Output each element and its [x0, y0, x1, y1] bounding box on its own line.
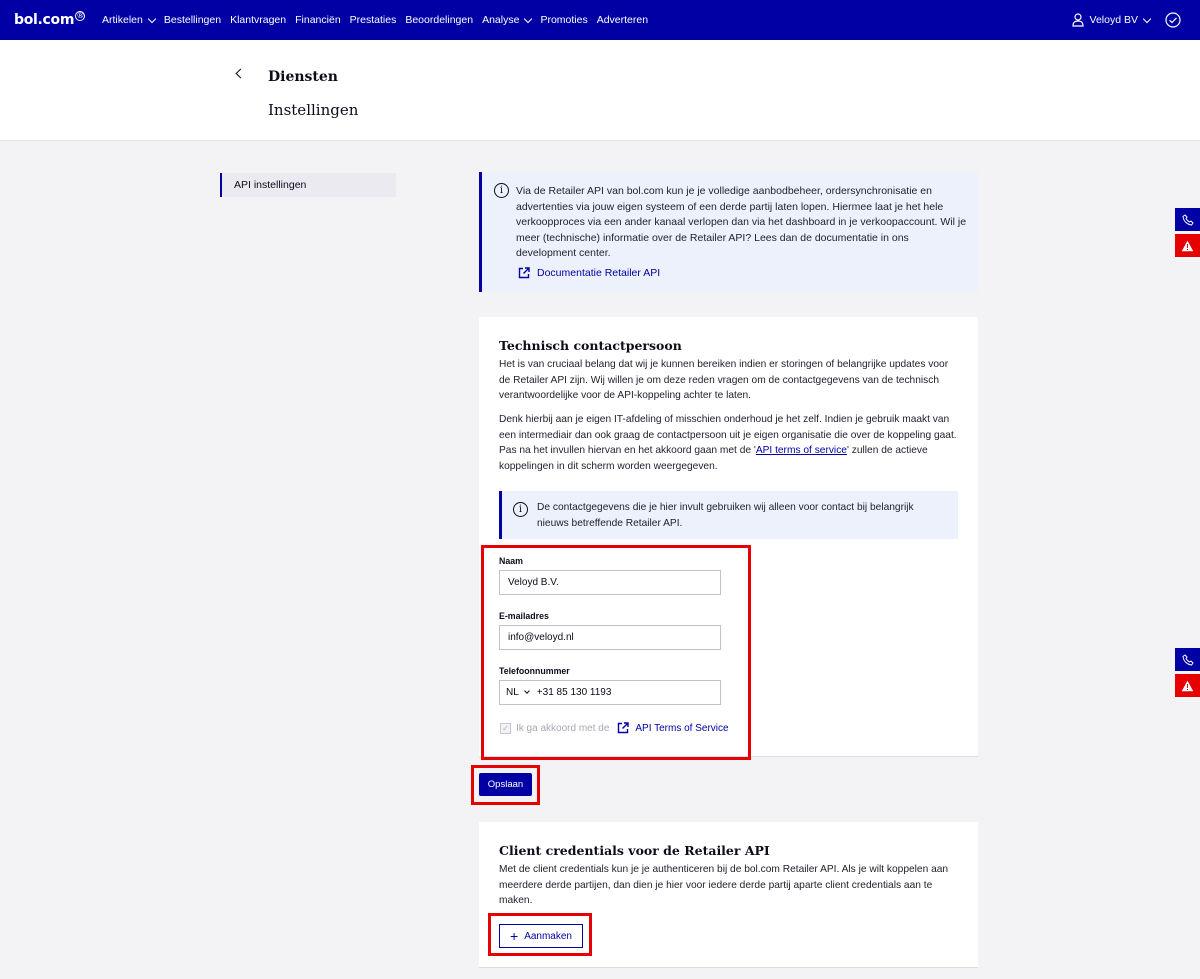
contact-notice: i De contactgegevens die je hier invult … — [499, 491, 958, 539]
nav-item-adverteren[interactable]: Adverteren — [597, 14, 648, 26]
nav-item-financien[interactable]: Financiën — [295, 14, 341, 26]
info-banner: i Via de Retailer API van bol.com kun je… — [479, 172, 978, 292]
top-navigation: bol.com ® Artikelen Bestellingen Klantvra… — [0, 0, 1200, 40]
nav-item-label: Promoties — [540, 14, 588, 26]
phone-icon[interactable] — [1175, 208, 1200, 231]
main-menu: Artikelen Bestellingen Klantvragen Finan… — [102, 0, 657, 40]
bol-logo[interactable]: bol.com ® — [14, 11, 86, 28]
nav-item-label: Prestaties — [349, 14, 397, 26]
info-text: Via de Retailer API van bol.com kun je j… — [516, 185, 967, 259]
nav-item-label: Beoordelingen — [405, 14, 474, 26]
warning-icon[interactable] — [1175, 234, 1200, 257]
nav-item-artikelen[interactable]: Artikelen — [102, 14, 157, 26]
phone-icon[interactable] — [1175, 648, 1200, 671]
nav-item-prestaties[interactable]: Prestaties — [350, 14, 397, 26]
technical-contact-details: Denk hierbij aan je eigen IT-afdeling of… — [499, 412, 959, 474]
chevron-down-icon — [524, 14, 533, 23]
info-icon: i — [494, 183, 509, 198]
nav-item-label: Klantvragen — [230, 14, 287, 26]
account-menu[interactable]: Veloyd BV — [1071, 0, 1152, 40]
nav-item-analyse[interactable]: Analyse — [482, 14, 533, 26]
back-chevron-icon[interactable] — [235, 68, 246, 79]
check-circle-icon[interactable] — [1165, 12, 1181, 28]
page-header: Diensten Instellingen — [0, 40, 1200, 141]
nav-item-label: Adverteren — [596, 14, 649, 26]
documentation-link[interactable]: Documentatie Retailer API — [518, 267, 660, 279]
contact-notice-text: De contactgegevens die je hier invult ge… — [537, 502, 914, 529]
nav-item-klantvragen[interactable]: Klantvragen — [230, 14, 286, 26]
chevron-down-icon — [1142, 14, 1152, 23]
page-subtitle: Instellingen — [268, 101, 359, 119]
info-icon: i — [513, 502, 528, 517]
chevron-down-icon — [147, 14, 157, 23]
nav-item-label: Artikelen — [102, 14, 143, 26]
technical-contact-intro: Het is van cruciaal belang dat wij je ku… — [499, 359, 949, 401]
nav-item-promoties[interactable]: Promoties — [540, 14, 587, 26]
client-credentials-title: Client credentials voor de Retailer API — [499, 843, 770, 858]
account-name: Veloyd BV — [1089, 14, 1138, 26]
nav-item-bestellingen[interactable]: Bestellingen — [164, 14, 221, 26]
logo-text: bol.com — [14, 12, 75, 28]
logo-mark: ® — [75, 11, 86, 21]
sidebar-item-api-instellingen[interactable]: API instellingen — [220, 173, 396, 197]
highlight-box-create — [488, 913, 592, 956]
api-terms-inline-link[interactable]: API terms of service — [756, 445, 847, 456]
nav-item-label: Analyse — [482, 14, 520, 26]
nav-item-label: Bestellingen — [163, 14, 222, 26]
nav-item-beoordelingen[interactable]: Beoordelingen — [405, 14, 473, 26]
documentation-link-label: Documentatie Retailer API — [537, 267, 661, 279]
nav-item-label: Financiën — [295, 14, 341, 26]
external-link-icon — [518, 267, 530, 279]
technical-contact-title: Technisch contactpersoon — [499, 338, 682, 353]
user-icon — [1071, 13, 1084, 27]
warning-icon[interactable] — [1175, 674, 1200, 697]
highlight-box-form — [481, 545, 751, 760]
client-credentials-text: Met de client credentials kun je je auth… — [499, 864, 949, 906]
highlight-box-save — [471, 765, 540, 805]
page-title: Diensten — [268, 69, 338, 85]
